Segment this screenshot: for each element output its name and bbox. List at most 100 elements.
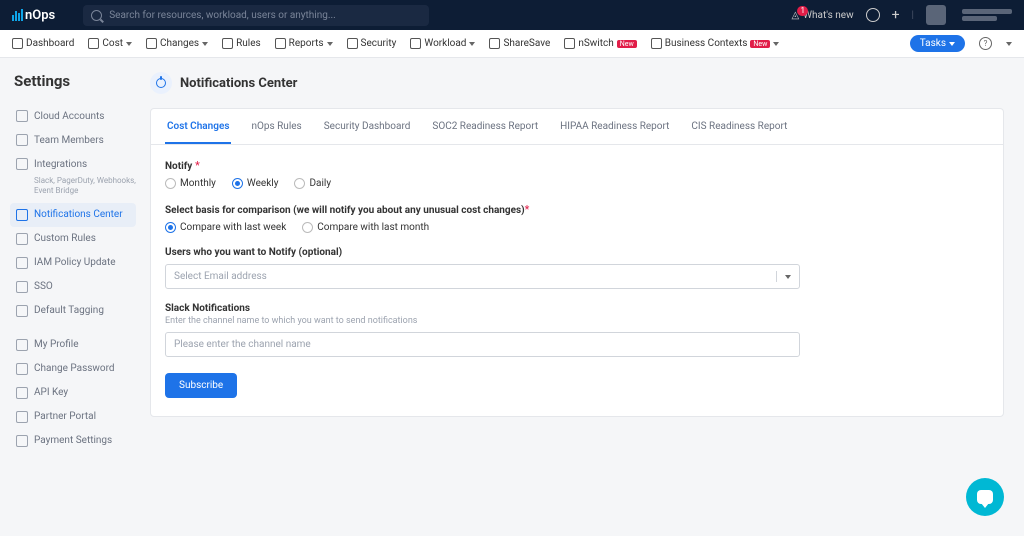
search-input[interactable] bbox=[83, 5, 429, 26]
logo-bars-icon bbox=[12, 9, 23, 21]
basis-label: Select basis for comparison (we will not… bbox=[165, 205, 525, 216]
chevron-down-icon bbox=[126, 42, 132, 46]
sidebar-title: Settings bbox=[10, 72, 136, 90]
tasks-label: Tasks bbox=[920, 38, 946, 49]
notify-option-monthly[interactable]: Monthly bbox=[165, 178, 216, 189]
menu-nswitch[interactable]: nSwitchNew bbox=[564, 38, 636, 49]
users-select[interactable]: Select Email address bbox=[165, 264, 800, 289]
radio-icon bbox=[302, 222, 313, 233]
subscribe-button[interactable]: Subscribe bbox=[165, 373, 237, 398]
sidebar-icon bbox=[16, 134, 28, 146]
sidebar-item-partner-portal[interactable]: Partner Portal bbox=[10, 405, 136, 429]
notify-frequency-group: Monthly Weekly Daily bbox=[165, 178, 989, 189]
search-icon bbox=[91, 10, 102, 21]
sidebar-item-notifications-center[interactable]: Notifications Center bbox=[10, 203, 136, 227]
menu-cost[interactable]: Cost bbox=[88, 38, 132, 49]
menu-dashboard[interactable]: Dashboard bbox=[12, 38, 74, 49]
sidebar-item-custom-rules[interactable]: Custom Rules bbox=[10, 227, 136, 251]
tab-nops-rules[interactable]: nOps Rules bbox=[249, 109, 303, 144]
notify-option-daily[interactable]: Daily bbox=[294, 178, 331, 189]
chevron-down-icon bbox=[1006, 42, 1012, 46]
notify-option-weekly[interactable]: Weekly bbox=[232, 178, 279, 189]
sidebar-icon bbox=[16, 305, 28, 317]
tab-security-dashboard[interactable]: Security Dashboard bbox=[322, 109, 413, 144]
user-menu[interactable] bbox=[962, 9, 1012, 21]
sidebar-icon bbox=[16, 110, 28, 122]
chevron-down-icon bbox=[773, 42, 779, 46]
sidebar-item-change-password[interactable]: Change Password bbox=[10, 357, 136, 381]
sidebar-item-integrations[interactable]: Integrations bbox=[10, 152, 136, 176]
sidebar-subtext: Slack, PagerDuty, Webhooks, Event Bridge bbox=[10, 176, 136, 203]
add-icon[interactable]: + bbox=[892, 7, 900, 23]
radio-icon bbox=[165, 222, 176, 233]
slack-channel-input[interactable] bbox=[165, 332, 800, 357]
sidebar-icon bbox=[16, 209, 28, 221]
chevron-down-icon bbox=[327, 42, 333, 46]
sidebar-item-iam-policy-update[interactable]: IAM Policy Update bbox=[10, 251, 136, 275]
user-avatar[interactable] bbox=[926, 5, 946, 25]
radio-icon bbox=[165, 178, 176, 189]
new-badge: New bbox=[617, 40, 637, 48]
sidebar-item-payment-settings[interactable]: Payment Settings bbox=[10, 429, 136, 453]
page-title: Notifications Center bbox=[180, 76, 297, 91]
basis-option-compare-with-last-month[interactable]: Compare with last month bbox=[302, 222, 429, 233]
menu-rules[interactable]: Rules bbox=[222, 38, 261, 49]
chat-fab[interactable] bbox=[966, 478, 1004, 516]
menu-security[interactable]: Security bbox=[347, 38, 397, 49]
page-header: Notifications Center bbox=[150, 72, 1004, 94]
tab-cis-readiness-report[interactable]: CIS Readiness Report bbox=[689, 109, 789, 144]
brand-logo[interactable]: nOps bbox=[12, 8, 55, 23]
whats-new-badge: 1 bbox=[797, 6, 808, 16]
users-placeholder: Select Email address bbox=[174, 271, 267, 282]
notify-label: Notify bbox=[165, 161, 192, 172]
chevron-down-icon bbox=[949, 42, 955, 46]
notifications-panel: Cost Changes nOps Rules Security Dashboard… bbox=[150, 108, 1004, 417]
menu-icon bbox=[275, 38, 286, 49]
help-icon[interactable]: ? bbox=[979, 37, 992, 50]
tab-soc2-readiness-report[interactable]: SOC2 Readiness Report bbox=[430, 109, 540, 144]
sidebar-icon bbox=[16, 257, 28, 269]
sidebar-item-my-profile[interactable]: My Profile bbox=[10, 333, 136, 357]
menu-icon bbox=[12, 38, 23, 49]
sidebar-item-api-key[interactable]: API Key bbox=[10, 381, 136, 405]
basis-option-compare-with-last-week[interactable]: Compare with last week bbox=[165, 222, 286, 233]
sidebar-item-default-tagging[interactable]: Default Tagging bbox=[10, 299, 136, 323]
header-actions: 1 ◬ What's new + | bbox=[791, 5, 1012, 25]
sidebar-icon bbox=[16, 339, 28, 351]
menu-business-contexts[interactable]: Business ContextsNew bbox=[651, 38, 780, 49]
menu-sharesave[interactable]: ShareSave bbox=[489, 38, 550, 49]
menu-icon bbox=[489, 38, 500, 49]
tab-hipaa-readiness-report[interactable]: HIPAA Readiness Report bbox=[558, 109, 671, 144]
sidebar-icon bbox=[16, 281, 28, 293]
comparison-basis-group: Compare with last week Compare with last … bbox=[165, 222, 989, 233]
menu-changes[interactable]: Changes bbox=[146, 38, 208, 49]
menu-reports[interactable]: Reports bbox=[275, 38, 333, 49]
tasks-button[interactable]: Tasks bbox=[910, 35, 965, 52]
content-area: Notifications Center Cost Changes nOps Ru… bbox=[140, 58, 1024, 467]
slack-hint: Enter the channel name to which you want… bbox=[165, 316, 989, 326]
menu-workload[interactable]: Workload bbox=[410, 38, 475, 49]
sidebar-icon bbox=[16, 411, 28, 423]
bell-icon[interactable] bbox=[866, 8, 880, 22]
chevron-down-icon bbox=[785, 275, 791, 279]
sidebar-item-cloud-accounts[interactable]: Cloud Accounts bbox=[10, 104, 136, 128]
sidebar-icon bbox=[16, 158, 28, 170]
panel-tabs: Cost Changes nOps Rules Security Dashboard… bbox=[151, 109, 1003, 145]
sidebar-icon bbox=[16, 387, 28, 399]
radio-icon bbox=[294, 178, 305, 189]
top-header: nOps 1 ◬ What's new + | bbox=[0, 0, 1024, 30]
sidebar-icon bbox=[16, 435, 28, 447]
menu-icon bbox=[222, 38, 233, 49]
chat-icon bbox=[977, 490, 993, 504]
tab-cost-changes[interactable]: Cost Changes bbox=[165, 109, 231, 144]
sidebar-item-sso[interactable]: SSO bbox=[10, 275, 136, 299]
new-badge: New bbox=[750, 40, 770, 48]
whats-new-link[interactable]: 1 ◬ What's new bbox=[791, 10, 853, 21]
slack-label: Slack Notifications bbox=[165, 303, 989, 314]
bell-icon bbox=[150, 72, 172, 94]
sidebar-icon bbox=[16, 363, 28, 375]
sidebar-item-team-members[interactable]: Team Members bbox=[10, 128, 136, 152]
users-label: Users who you want to Notify (optional) bbox=[165, 247, 989, 258]
main-menubar: Dashboard Cost Changes Rules Reports Security… bbox=[0, 30, 1024, 58]
settings-sidebar: Settings Cloud AccountsTeam MembersInteg… bbox=[0, 58, 140, 467]
